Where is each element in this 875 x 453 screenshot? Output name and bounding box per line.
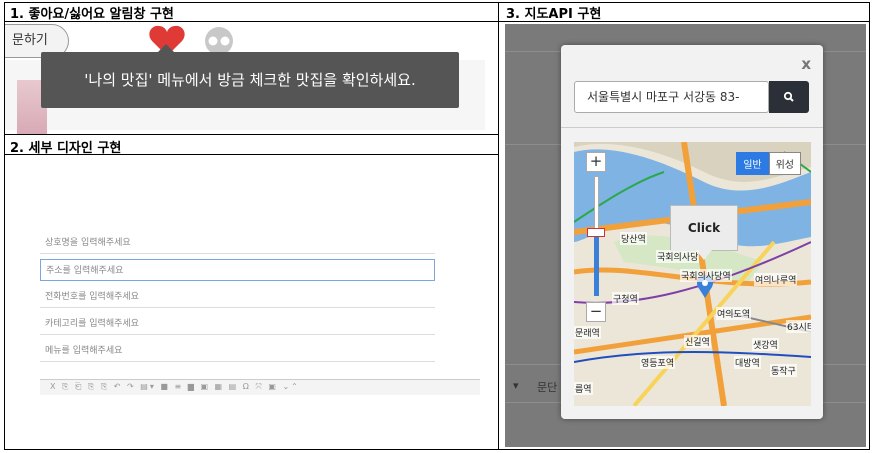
place-label: 영등포역 [640,356,676,369]
zoom-out-button[interactable]: − [586,302,606,322]
place-label: 여의도역 [716,307,752,320]
bg-paragraph-label: 문단 [537,381,558,394]
place-label: 구청역 [612,292,639,305]
row-divider-top [4,134,498,135]
place-label: 여의나루역 [754,273,798,286]
map-view[interactable]: 일반 위성 + − Click 당산역 국회의사당 국회의사당역 여의나루역 구… [574,142,811,406]
column-divider [498,2,499,450]
place-label: 대방역 [734,356,761,369]
editor-toolbar[interactable]: X ⎘ ⎗ ⎘ ⎘ ↶ ↷ ▤▾ ■ ≡ ▆ ▣ ▦ ▤ Ω ⤧ ▣ ⌄⌃ [40,379,480,395]
search-icon [783,91,794,102]
panel-title-map: 3. 지도API 구현 [506,7,602,22]
map-type-toggle: 일반 위성 [736,152,801,175]
zoom-in-button[interactable]: + [586,152,606,172]
place-label: 름역 [574,382,593,395]
zoom-slider-handle[interactable] [587,228,605,237]
place-label: 63시티 [786,320,811,333]
notification-tooltip: '나의 맛집' 메뉴에서 방금 체크한 맛집을 확인하세요. [41,52,459,108]
form-design-panel: 상호명을 입력해주세요 주소를 입력해주세요 전화번호를 입력해주세요 카테고리… [5,155,498,449]
place-label: 샛강역 [752,338,779,351]
phone-field[interactable]: 전화번호를 입력해주세요 [40,286,435,308]
place-label: 신길역 [684,335,711,348]
close-button[interactable]: x [801,55,811,73]
address-field[interactable]: 주소를 입력해주세요 [40,259,435,281]
place-label: 국회의사당 [656,250,700,263]
like-notification-panel: 문하기 '나의 맛집' 메뉴에서 방금 체크한 맛집을 확인하세요. [5,22,498,134]
zoom-slider-fill [594,232,599,296]
place-label: 국회의사당역 [680,269,732,282]
panel-title-design: 2. 세부 디자인 구현 [10,141,122,156]
place-label: 문래역 [574,326,601,339]
map-type-satellite[interactable]: 위성 [768,152,801,175]
map-type-normal[interactable]: 일반 [736,152,769,175]
panel-title-likes: 1. 좋아요/싫어요 알림창 구현 [10,7,174,22]
search-button[interactable] [769,81,809,113]
map-modal: x 서울특별시 마포구 서강동 83- 일반 위성 + − Click 당산역 … [561,45,823,419]
place-label: 당산역 [620,232,647,245]
tooltip-arrow [157,44,175,53]
store-name-field[interactable]: 상호명을 입력해주세요 [40,232,435,254]
click-callout: Click [670,205,738,251]
bg-dropdown-caret: ▾ [513,379,519,392]
category-field[interactable]: 카테고리를 입력해주세요 [40,313,435,335]
place-label: 동작구 [770,364,797,377]
map-api-panel: 문단 ▾ x 서울특별시 마포구 서강동 83- 일반 위성 + − Click… [505,24,866,447]
address-input[interactable]: 서울특별시 마포구 서강동 83- [574,81,769,113]
modal-divider [561,127,823,128]
menu-field[interactable]: 메뉴를 입력해주세요 [40,340,435,362]
